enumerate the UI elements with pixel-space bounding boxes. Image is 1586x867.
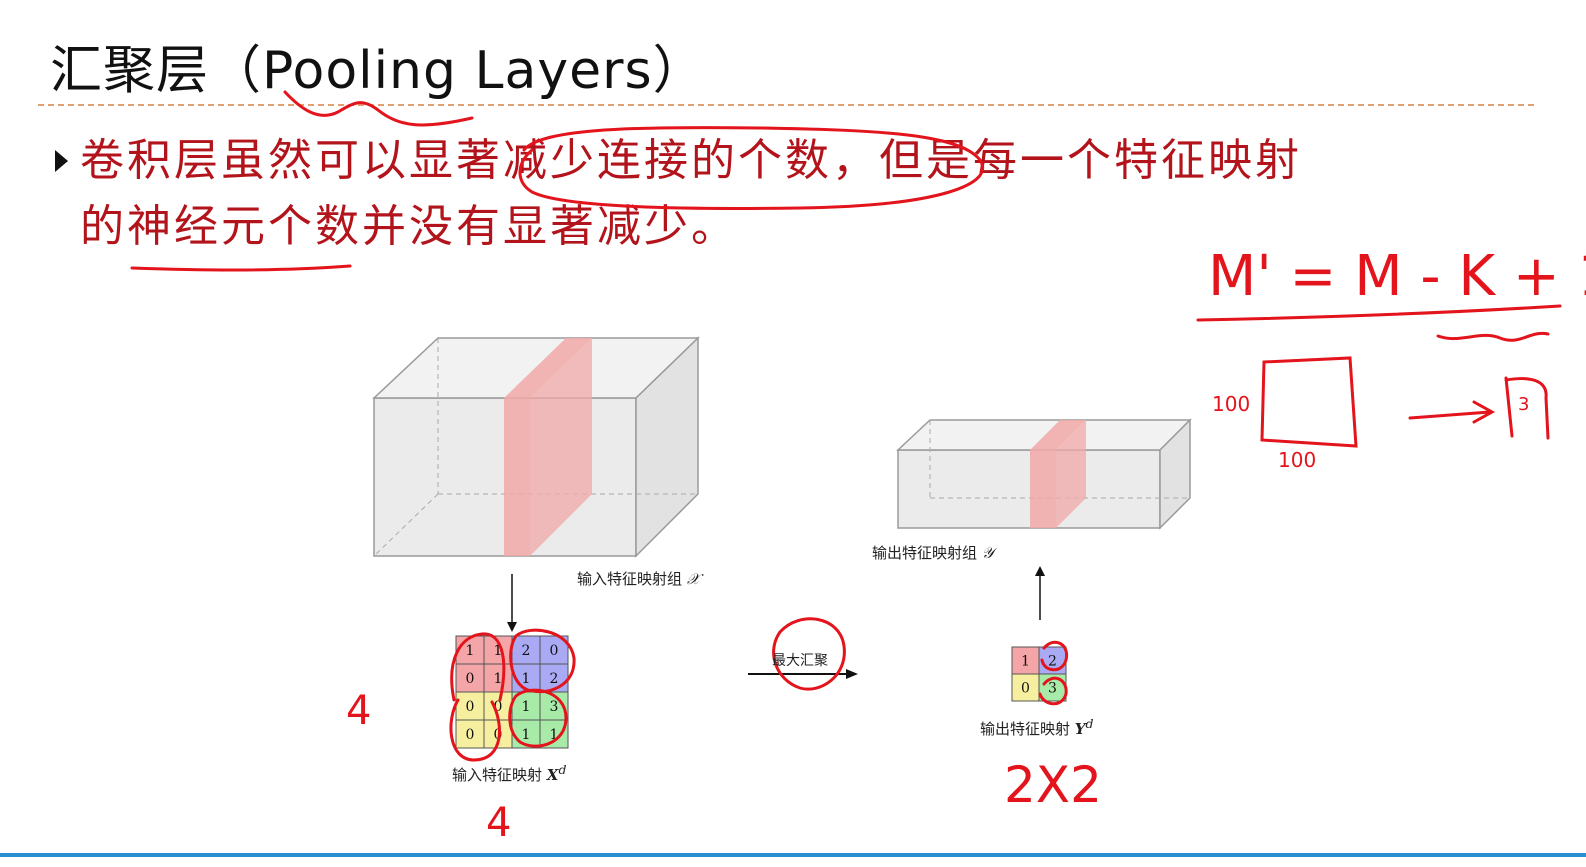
formula-squiggle: [1436, 331, 1550, 342]
handwritten-arrow-result: 3: [1518, 394, 1530, 415]
grid-cell-value: 2: [550, 671, 559, 687]
grid-cell-value: 1: [522, 727, 531, 743]
grid-cell-value: 1: [522, 671, 531, 687]
operation-label: 最大汇聚: [772, 653, 828, 669]
grid-cell-value: 2: [1048, 654, 1057, 670]
pooling-arrow: [748, 669, 858, 679]
output-group-label: 输出特征映射组 𝒴: [872, 544, 994, 562]
grid-cell-value: 0: [466, 727, 475, 743]
grid-cell-value: 0: [466, 699, 475, 715]
title-underline-squiggle: [283, 90, 474, 127]
down-arrow: [507, 574, 517, 632]
output-feature-box: [896, 418, 1192, 530]
phrase-underline: [130, 264, 352, 272]
pooling-figure: 1 1 2 00 1 1 20 0 1 30 0 1 1 1 20 3: [130, 90, 1562, 762]
grid-cell-value: 1: [466, 643, 475, 659]
grid-cell-value: 1: [522, 699, 531, 715]
input-group-label: 输入特征映射组 𝒳: [577, 570, 700, 588]
phrase-ellipse: [518, 126, 985, 210]
grid-cell-value: 0: [1021, 681, 1030, 697]
output-slice-front: [1030, 450, 1056, 528]
handwritten-formula: M' = M - K + 1: [1208, 244, 1586, 309]
input-feature-box: [372, 336, 700, 558]
grid-cell-value: 0: [466, 671, 475, 687]
handwritten-side-bottom: 100: [1278, 448, 1317, 472]
output-map-label: 输出特征映射 Yd: [980, 716, 1094, 738]
grid-cell-value: 3: [550, 699, 559, 715]
up-arrow: [1035, 566, 1045, 620]
handwriting-layer: [130, 90, 1562, 762]
input-map-label: 输入特征映射 Xd: [452, 762, 567, 784]
hand-square: [1260, 356, 1358, 448]
input-slice-front: [504, 398, 530, 556]
hand-arrow: [1408, 400, 1496, 424]
grid-cell-value: 1: [494, 671, 503, 687]
slide-bottom-bar: [0, 853, 1586, 857]
handwritten-side-left: 100: [1212, 392, 1251, 416]
grid-cell-value: 3: [1048, 681, 1057, 697]
grid-cell-value: 1: [1021, 654, 1030, 670]
handwritten-dim-left: 4: [346, 688, 372, 734]
handwritten-output-dim: 2X2: [1004, 756, 1102, 814]
grid-cell-value: 2: [522, 643, 531, 659]
handwritten-dim-bottom: 4: [486, 800, 512, 846]
grid-cell-value: 0: [550, 643, 559, 659]
